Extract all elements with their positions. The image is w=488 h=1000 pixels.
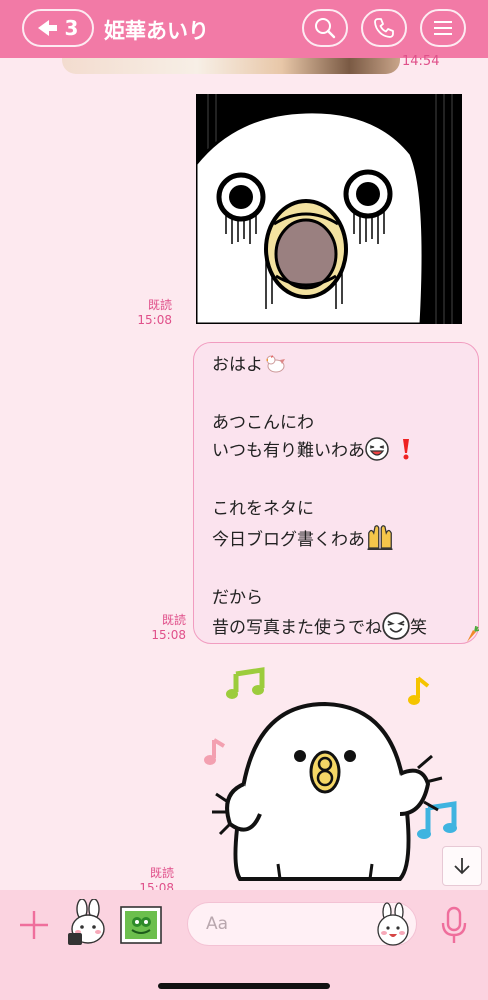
message-meta: 既読 15:08 — [142, 613, 186, 643]
back-button[interactable]: 3 — [22, 9, 94, 47]
sticker-icon[interactable] — [64, 899, 110, 949]
menu-button[interactable] — [420, 9, 466, 47]
plus-icon[interactable] — [18, 905, 50, 945]
singing-bird-sticker — [204, 667, 457, 881]
message-timestamp: 14:54 — [402, 54, 440, 69]
read-receipt: 既読 — [161, 613, 186, 627]
message-meta: 既読 15:08 — [128, 298, 172, 328]
raised-hands-emoji — [367, 525, 393, 550]
scroll-to-bottom-button[interactable] — [442, 846, 482, 886]
sticker-message[interactable] — [196, 94, 462, 324]
text-message-bubble[interactable]: おはよ あつこんにわ いつも有り難いわあ これをネタに 今日ブログ書くわあ だか… — [193, 342, 479, 644]
search-icon — [315, 18, 336, 39]
read-receipt: 既読 — [149, 866, 174, 880]
message-line: あつこんにわ — [212, 413, 314, 433]
message-line: 今日ブログ書くわあ — [212, 523, 464, 554]
message-text: 今日ブログ書くわあ — [212, 530, 365, 550]
message-text: おはよ — [212, 355, 263, 375]
chat-title: 姫華あいり — [104, 19, 209, 43]
message-line: いつも有り難いわあ — [212, 437, 464, 465]
grinning-face-emoji — [382, 612, 410, 640]
menu-icon — [434, 21, 452, 35]
chat-header: 3 姫華あいり — [0, 0, 488, 58]
back-arrow-icon — [37, 20, 57, 36]
message-line: おはよ — [212, 351, 464, 379]
arrow-down-icon — [454, 858, 470, 875]
unread-count: 3 — [64, 16, 79, 40]
sticker-message[interactable] — [200, 664, 465, 890]
message-text: いつも有り難いわあ — [212, 441, 365, 461]
home-indicator — [158, 983, 330, 989]
chicken-emoji — [266, 355, 285, 373]
exclamation-emoji — [403, 439, 410, 460]
photo-icon[interactable] — [118, 904, 164, 946]
message-line: だから — [212, 588, 263, 608]
search-button[interactable] — [302, 9, 348, 47]
carrot-icon — [467, 626, 479, 642]
screaming-bird-sticker — [196, 94, 462, 324]
emoji-icon[interactable] — [375, 902, 411, 948]
call-button[interactable] — [361, 9, 407, 47]
message-line: これをネタに — [212, 499, 314, 519]
message-timestamp: 15:08 — [151, 628, 186, 642]
message-text: 昔の写真また使うでね — [212, 618, 382, 638]
laughing-face-emoji — [365, 437, 389, 461]
message-timestamp: 15:08 — [137, 313, 172, 327]
previous-photo-message[interactable] — [62, 58, 400, 74]
read-receipt: 既読 — [147, 298, 172, 312]
mic-icon[interactable] — [440, 905, 468, 945]
message-line: 昔の写真また使うでね 笑 — [212, 612, 464, 642]
phone-icon — [374, 18, 394, 38]
message-text: 笑 — [410, 618, 427, 638]
